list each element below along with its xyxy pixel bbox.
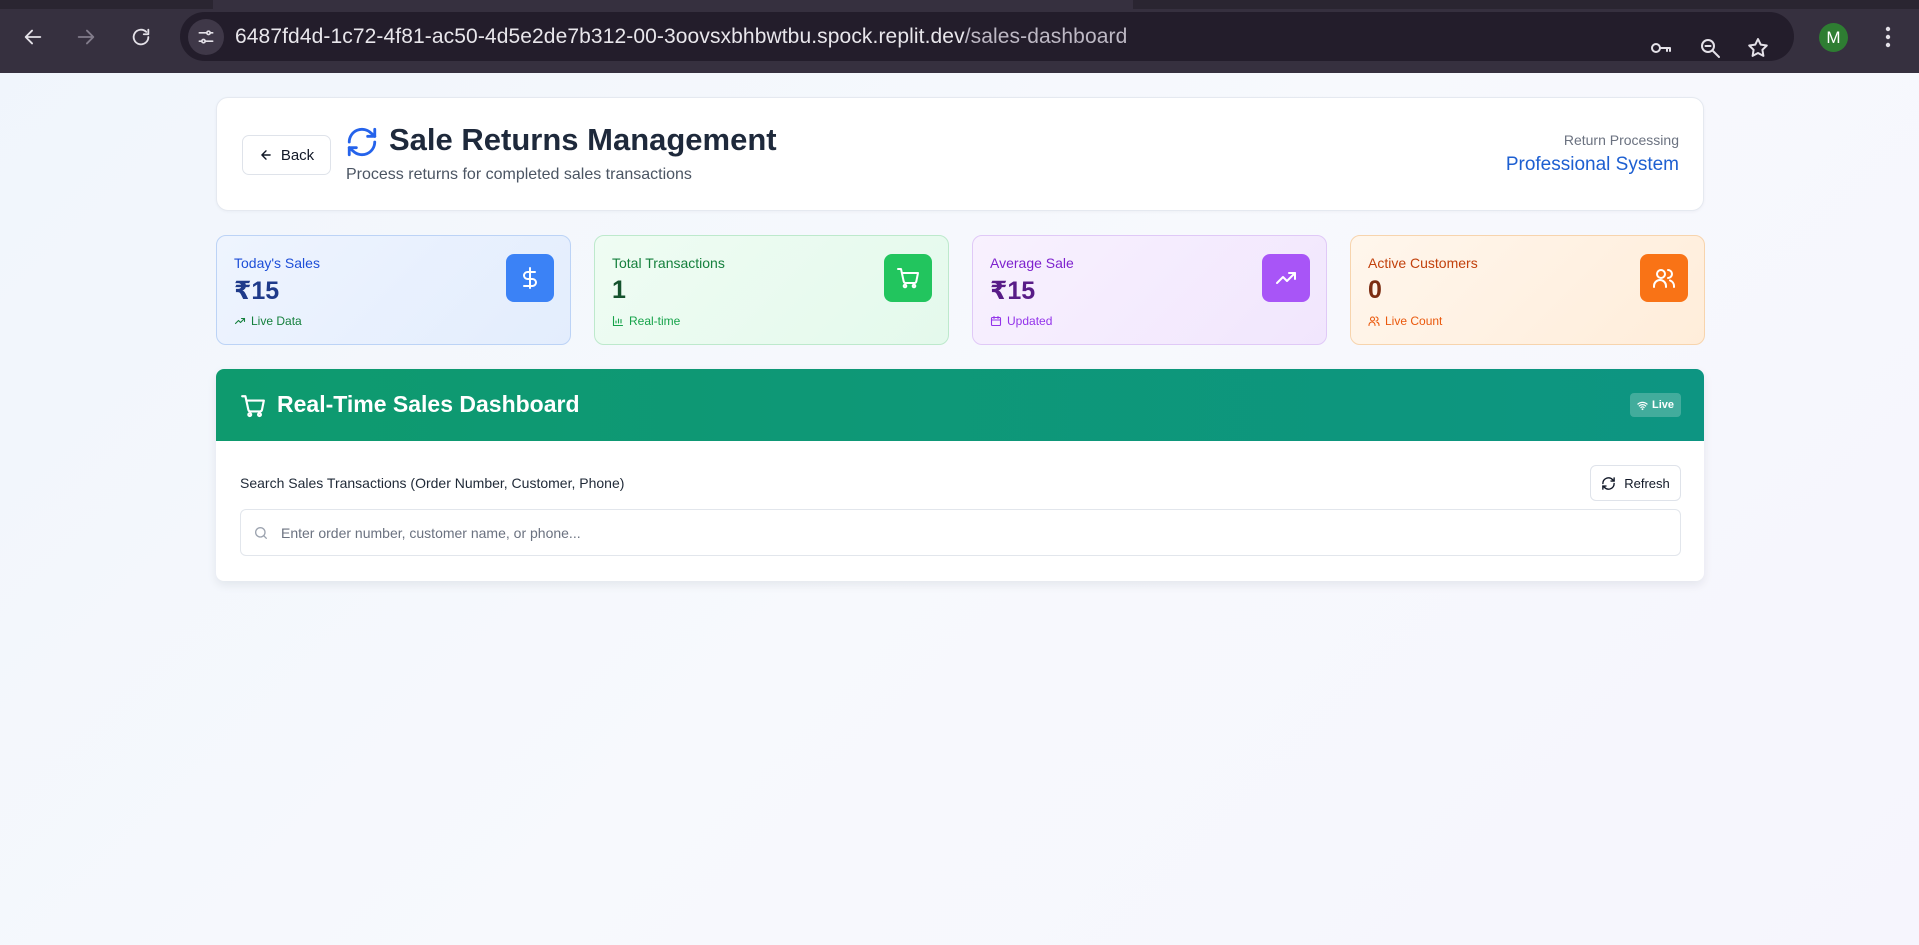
site-settings-icon[interactable] (188, 19, 224, 55)
stat-value: ₹15 (234, 277, 280, 305)
wifi-icon (1637, 401, 1648, 410)
back-button[interactable]: Back (242, 135, 331, 175)
search-input[interactable] (281, 510, 1671, 555)
sales-dashboard-panel: Real-Time Sales Dashboard Live Search Sa… (216, 369, 1704, 581)
profile-avatar[interactable]: M (1819, 23, 1848, 52)
key-icon[interactable] (1647, 34, 1675, 62)
search-field[interactable] (240, 509, 1681, 556)
dashboard-header: Real-Time Sales Dashboard Live (216, 369, 1704, 441)
refresh-button[interactable]: Refresh (1590, 465, 1681, 501)
page-subtitle: Process returns for completed sales tran… (346, 166, 692, 183)
stat-sub: Real-time (612, 314, 680, 328)
page-title: Sale Returns Management (389, 122, 777, 157)
forward-nav-icon[interactable] (71, 22, 101, 52)
stat-card-todays-sales: Today's Sales ₹15 Live Data (216, 235, 571, 345)
browser-menu-icon[interactable] (1876, 22, 1900, 52)
users-small-icon (1368, 316, 1380, 327)
stat-sub: Live Data (234, 314, 302, 328)
dashboard-title: Real-Time Sales Dashboard (277, 391, 580, 417)
calendar-small-icon (990, 315, 1002, 327)
stat-card-active-customers: Active Customers 0 Live Count (1350, 235, 1705, 345)
stat-sub-label: Updated (1007, 314, 1053, 328)
stat-sub-label: Real-time (629, 314, 681, 328)
browser-toolbar: 6487fd4d-1c72-4f81-ac50-4d5e2de7b312-00-… (0, 0, 1919, 73)
cart-icon (884, 254, 932, 302)
tab-strip (0, 0, 1919, 9)
users-icon (1640, 254, 1688, 302)
search-icon (254, 527, 267, 539)
stat-label: Today's Sales (234, 255, 320, 271)
address-bar[interactable]: 6487fd4d-1c72-4f81-ac50-4d5e2de7b312-00-… (180, 12, 1794, 61)
reload-icon[interactable] (126, 22, 156, 52)
cart-icon (241, 395, 265, 418)
stat-label: Average Sale (990, 255, 1074, 271)
live-badge-label: Live (1651, 399, 1674, 411)
system-name: Professional System (1505, 154, 1679, 175)
live-badge: Live (1629, 393, 1681, 417)
stat-label: Total Transactions (612, 255, 725, 271)
refresh-cycle-icon (347, 127, 377, 157)
stat-sub: Live Count (1368, 314, 1442, 328)
refresh-icon (1602, 476, 1616, 490)
arrow-left-icon (261, 150, 271, 160)
back-button-label: Back (280, 146, 315, 164)
bookmark-star-icon[interactable] (1744, 34, 1772, 62)
zoom-icon[interactable] (1696, 34, 1724, 62)
stat-card-average-sale: Average Sale ₹15 Updated (972, 235, 1327, 345)
stat-label: Active Customers (1368, 255, 1478, 271)
url-text[interactable]: 6487fd4d-1c72-4f81-ac50-4d5e2de7b312-00-… (235, 25, 1127, 49)
page-header-card: Back Sale Returns Management Process ret… (216, 97, 1704, 211)
trending-up-icon (1262, 254, 1310, 302)
refresh-button-label: Refresh (1624, 475, 1670, 491)
system-label: Return Processing (1563, 132, 1679, 148)
stat-sub-label: Live Count (1385, 314, 1443, 328)
stat-sub: Updated (990, 314, 1052, 328)
dollar-icon (506, 254, 554, 302)
url-path: /sales-dashboard (964, 25, 1128, 48)
stat-value: ₹15 (990, 277, 1036, 305)
bar-chart-small-icon (612, 315, 624, 327)
back-nav-icon[interactable] (18, 22, 48, 52)
trending-up-small-icon (234, 317, 246, 325)
search-label: Search Sales Transactions (Order Number,… (240, 475, 625, 491)
stat-card-total-transactions: Total Transactions 1 Real-time (594, 235, 949, 345)
url-host: 6487fd4d-1c72-4f81-ac50-4d5e2de7b312-00-… (235, 25, 965, 48)
stat-sub-label: Live Data (251, 314, 302, 328)
stat-value: 1 (612, 276, 626, 304)
stat-value: 0 (1368, 276, 1382, 304)
